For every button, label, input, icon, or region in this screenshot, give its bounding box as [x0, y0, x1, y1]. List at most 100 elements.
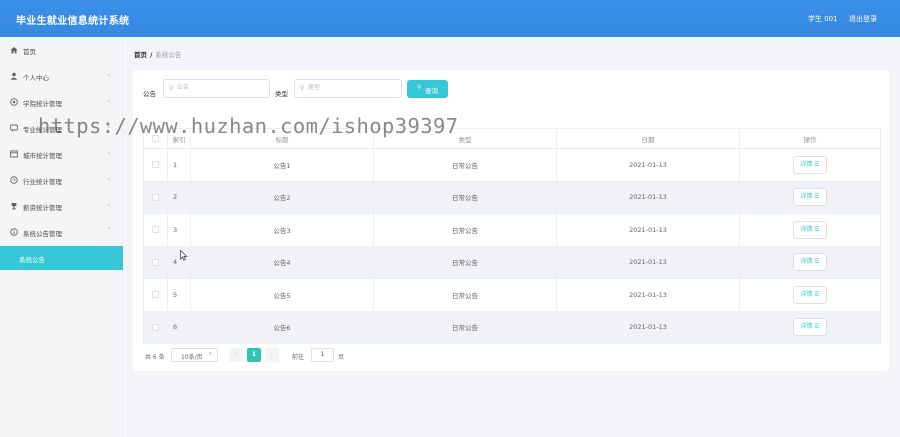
notice-search-field[interactable]: ⚲ [163, 79, 270, 98]
detail-button[interactable]: 详情 ☰ [793, 285, 827, 304]
search-icon: ⚲ [417, 84, 422, 91]
logout-link[interactable]: 退出登录 [849, 14, 877, 24]
sidebar-item-college-stats[interactable]: 学院统计管理 ⌄ [0, 89, 123, 115]
row-checkbox[interactable] [152, 193, 159, 201]
chat-icon [10, 124, 18, 132]
sidebar-item-home[interactable]: 首页 [0, 37, 123, 63]
sidebar-item-label: 个人中心 [23, 74, 49, 82]
select-all-header[interactable] [143, 128, 168, 149]
table-row: 1 公告1 日常公告 2021-01-13 详情 ☰ [143, 148, 881, 182]
sidebar-item-label: 系统公告管理 [23, 230, 62, 238]
sidebar-item-personal-center[interactable]: 个人中心 ⌄ [0, 63, 123, 89]
sidebar-item-city-stats[interactable]: 城市统计管理 ⌄ [0, 141, 123, 167]
detail-button-label: 详情 [800, 225, 813, 233]
query-button[interactable]: ⚲ 查询 [407, 80, 448, 98]
table-row: 2 公告2 日常公告 2021-01-13 详情 ☰ [143, 180, 881, 214]
page-size-select[interactable]: 10条/页 ▾ [171, 348, 218, 362]
row-type: 日常公告 [373, 278, 557, 312]
breadcrumb-separator: / [150, 51, 153, 59]
goto-page-input[interactable]: 1 [311, 348, 334, 362]
sidebar-subitem-notice[interactable]: 系统公告 [0, 246, 123, 270]
row-date: 2021-01-13 [556, 213, 740, 247]
chevron-down-icon: ▾ [209, 351, 212, 357]
type-filter-label: 类型 [275, 90, 288, 98]
sidebar-item-label: 城市统计管理 [23, 152, 62, 160]
mouse-cursor-icon [180, 250, 188, 261]
row-index: 1 [167, 148, 191, 182]
row-title: 公告4 [190, 245, 374, 279]
top-header: 毕业生就业信息统计系统 学生 001 退出登录 [0, 0, 900, 37]
sidebar-item-salary-stats[interactable]: 薪资统计管理 ⌄ [0, 193, 123, 219]
goto-label: 前往 [292, 354, 305, 361]
table-row: 3 公告3 日常公告 2021-01-13 详情 ☰ [143, 213, 881, 247]
sidebar-item-notice-management[interactable]: 系统公告管理 ⌃ [0, 219, 123, 245]
detail-button-label: 详情 [800, 193, 813, 201]
chevron-down-icon: ⌄ [106, 122, 112, 130]
info-icon [10, 228, 18, 236]
detail-button-label: 详情 [800, 258, 813, 266]
sidebar-item-label: 薪资统计管理 [23, 204, 62, 212]
row-checkbox[interactable] [152, 291, 159, 299]
row-index: 5 [167, 278, 191, 312]
sidebar-item-label: 首页 [23, 48, 36, 56]
detail-button[interactable]: 详情 ☰ [793, 318, 827, 337]
sidebar-item-label: 行业统计管理 [23, 178, 62, 186]
row-type: 日常公告 [373, 180, 557, 214]
row-checkbox[interactable] [152, 161, 159, 169]
page-size-value: 10条/页 [181, 354, 203, 361]
row-type: 日常公告 [373, 213, 557, 247]
total-count: 共 6 条 [145, 354, 165, 361]
row-date: 2021-01-13 [556, 310, 740, 344]
column-header-date: 日期 [556, 128, 740, 149]
app-title: 毕业生就业信息统计系统 [16, 16, 130, 27]
detail-button[interactable]: 详情 ☰ [793, 188, 827, 207]
sidebar-subitem-label: 系统公告 [19, 256, 45, 264]
person-icon [10, 72, 18, 80]
sidebar-item-major-stats[interactable]: 专业统计管理 ⌄ [0, 115, 123, 141]
gear-circle-icon [10, 98, 18, 106]
breadcrumb-home[interactable]: 首页 [134, 51, 147, 59]
table-header-row: 索引 标题 类型 日期 操作 [143, 128, 881, 149]
detail-button[interactable]: 详情 ☰ [793, 253, 827, 272]
notice-search-input[interactable] [177, 84, 257, 91]
row-index: 2 [167, 180, 191, 214]
row-date: 2021-01-13 [556, 148, 740, 182]
select-all-checkbox[interactable] [152, 135, 159, 142]
trophy-icon [10, 202, 18, 210]
detail-button-label: 详情 [800, 290, 813, 298]
window-icon [10, 150, 18, 158]
row-type: 日常公告 [373, 148, 557, 182]
detail-button[interactable]: 详情 ☰ [793, 220, 827, 239]
type-search-input[interactable] [308, 84, 388, 91]
table-row: 4 公告4 日常公告 2021-01-13 详情 ☰ [143, 245, 881, 279]
page-number-current[interactable]: 1 [247, 348, 261, 362]
sidebar-item-industry-stats[interactable]: 行业统计管理 ⌄ [0, 167, 123, 193]
notice-table: 索引 标题 类型 日期 操作 1 公告1 日常公告 2021-01-13 详情 … [143, 128, 881, 344]
row-checkbox[interactable] [152, 258, 159, 266]
row-title: 公告5 [190, 278, 374, 312]
next-page-button[interactable]: › [265, 348, 279, 362]
row-title: 公告1 [190, 148, 374, 182]
chevron-down-icon: ⌄ [106, 148, 112, 156]
row-checkbox[interactable] [152, 323, 159, 331]
chevron-down-icon: ⌄ [106, 200, 112, 208]
document-icon: ☰ [814, 193, 820, 201]
home-icon [10, 46, 18, 54]
type-search-field[interactable]: ⚲ [294, 79, 402, 98]
row-checkbox[interactable] [152, 226, 159, 234]
document-icon: ☰ [814, 258, 820, 266]
table-row: 6 公告6 日常公告 2021-01-13 详情 ☰ [143, 310, 881, 344]
column-header-actions: 操作 [739, 128, 881, 149]
row-title: 公告2 [190, 180, 374, 214]
row-title: 公告3 [190, 213, 374, 247]
breadcrumb: 首页 / 系统公告 [134, 49, 181, 59]
column-header-title: 标题 [190, 128, 374, 149]
detail-button-label: 详情 [800, 160, 813, 168]
row-date: 2021-01-13 [556, 278, 740, 312]
prev-page-button[interactable]: ‹ [229, 348, 243, 362]
row-index: 6 [167, 310, 191, 344]
chevron-down-icon: ⌄ [106, 70, 112, 78]
detail-button[interactable]: 详情 ☰ [793, 155, 827, 174]
chevron-down-icon: ⌄ [106, 96, 112, 104]
clock-icon [10, 176, 18, 184]
